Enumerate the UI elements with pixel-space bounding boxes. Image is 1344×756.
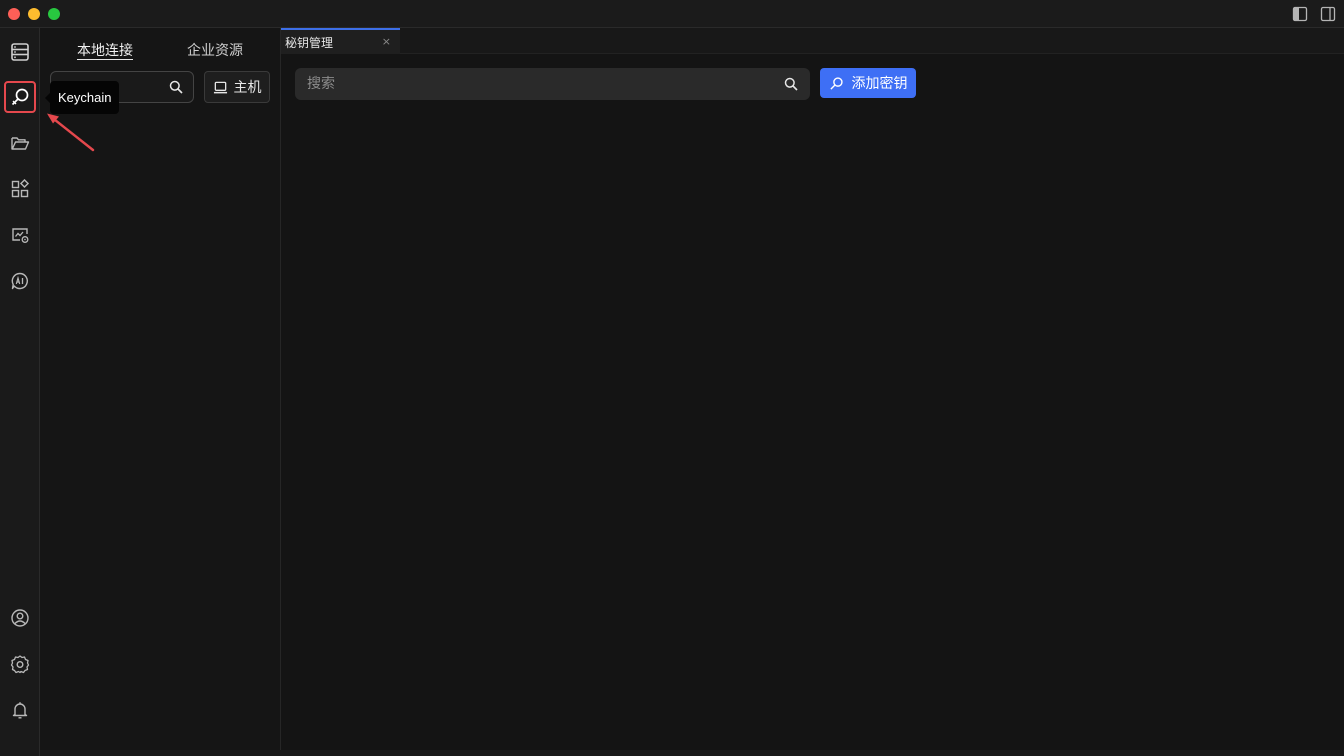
- active-tab-indicator: [77, 59, 133, 60]
- activity-monitor-button[interactable]: [4, 219, 36, 251]
- bell-icon: [12, 702, 28, 719]
- tab-close-icon[interactable]: ×: [382, 35, 391, 48]
- activity-apps-button[interactable]: [4, 173, 36, 205]
- settings-icon: [10, 655, 30, 674]
- laptop-icon: [213, 81, 227, 93]
- user-icon: [11, 609, 29, 627]
- toggle-right-panel-icon[interactable]: [1320, 6, 1336, 22]
- activity-notifications-button[interactable]: [4, 694, 36, 726]
- activity-hosts-button[interactable]: [4, 36, 36, 68]
- keychain-icon: [11, 88, 29, 106]
- editor-tab-bar: 秘钥管理 ×: [281, 28, 1344, 54]
- activity-account-button[interactable]: [4, 602, 36, 634]
- key-icon: [829, 76, 843, 90]
- add-key-button-label: 添加密钥: [851, 76, 908, 92]
- tab-key-management[interactable]: 秘钥管理 ×: [281, 28, 400, 54]
- annotation-arrow-icon: [47, 113, 95, 152]
- search-icon: [169, 80, 183, 94]
- activity-settings-button[interactable]: [4, 648, 36, 680]
- key-search-input[interactable]: [295, 68, 775, 100]
- search-icon[interactable]: [784, 77, 798, 91]
- monitor-icon: [12, 228, 29, 243]
- window-minimize-button[interactable]: [28, 8, 40, 20]
- title-bar: [0, 0, 1344, 28]
- host-button[interactable]: 主机: [204, 71, 270, 103]
- toggle-left-panel-icon[interactable]: [1292, 6, 1308, 22]
- activity-files-button[interactable]: [4, 127, 36, 159]
- window-maximize-button[interactable]: [48, 8, 60, 20]
- activity-bar: [0, 28, 40, 756]
- add-key-button[interactable]: 添加密钥: [820, 68, 916, 98]
- folder-icon: [11, 137, 30, 150]
- activity-ai-button[interactable]: [4, 265, 36, 297]
- host-button-label: 主机: [233, 80, 262, 96]
- apps-icon: [11, 179, 30, 198]
- tab-local-connections[interactable]: 本地连接: [77, 40, 133, 60]
- server-icon: [11, 43, 29, 61]
- key-search-field: [295, 68, 810, 100]
- ai-icon: [11, 272, 28, 290]
- tab-label: 秘钥管理: [285, 36, 334, 50]
- status-bar: [40, 750, 1344, 756]
- activity-keychain-button[interactable]: [4, 81, 36, 113]
- tab-enterprise-resources[interactable]: 企业资源: [187, 40, 243, 60]
- window-close-button[interactable]: [8, 8, 20, 20]
